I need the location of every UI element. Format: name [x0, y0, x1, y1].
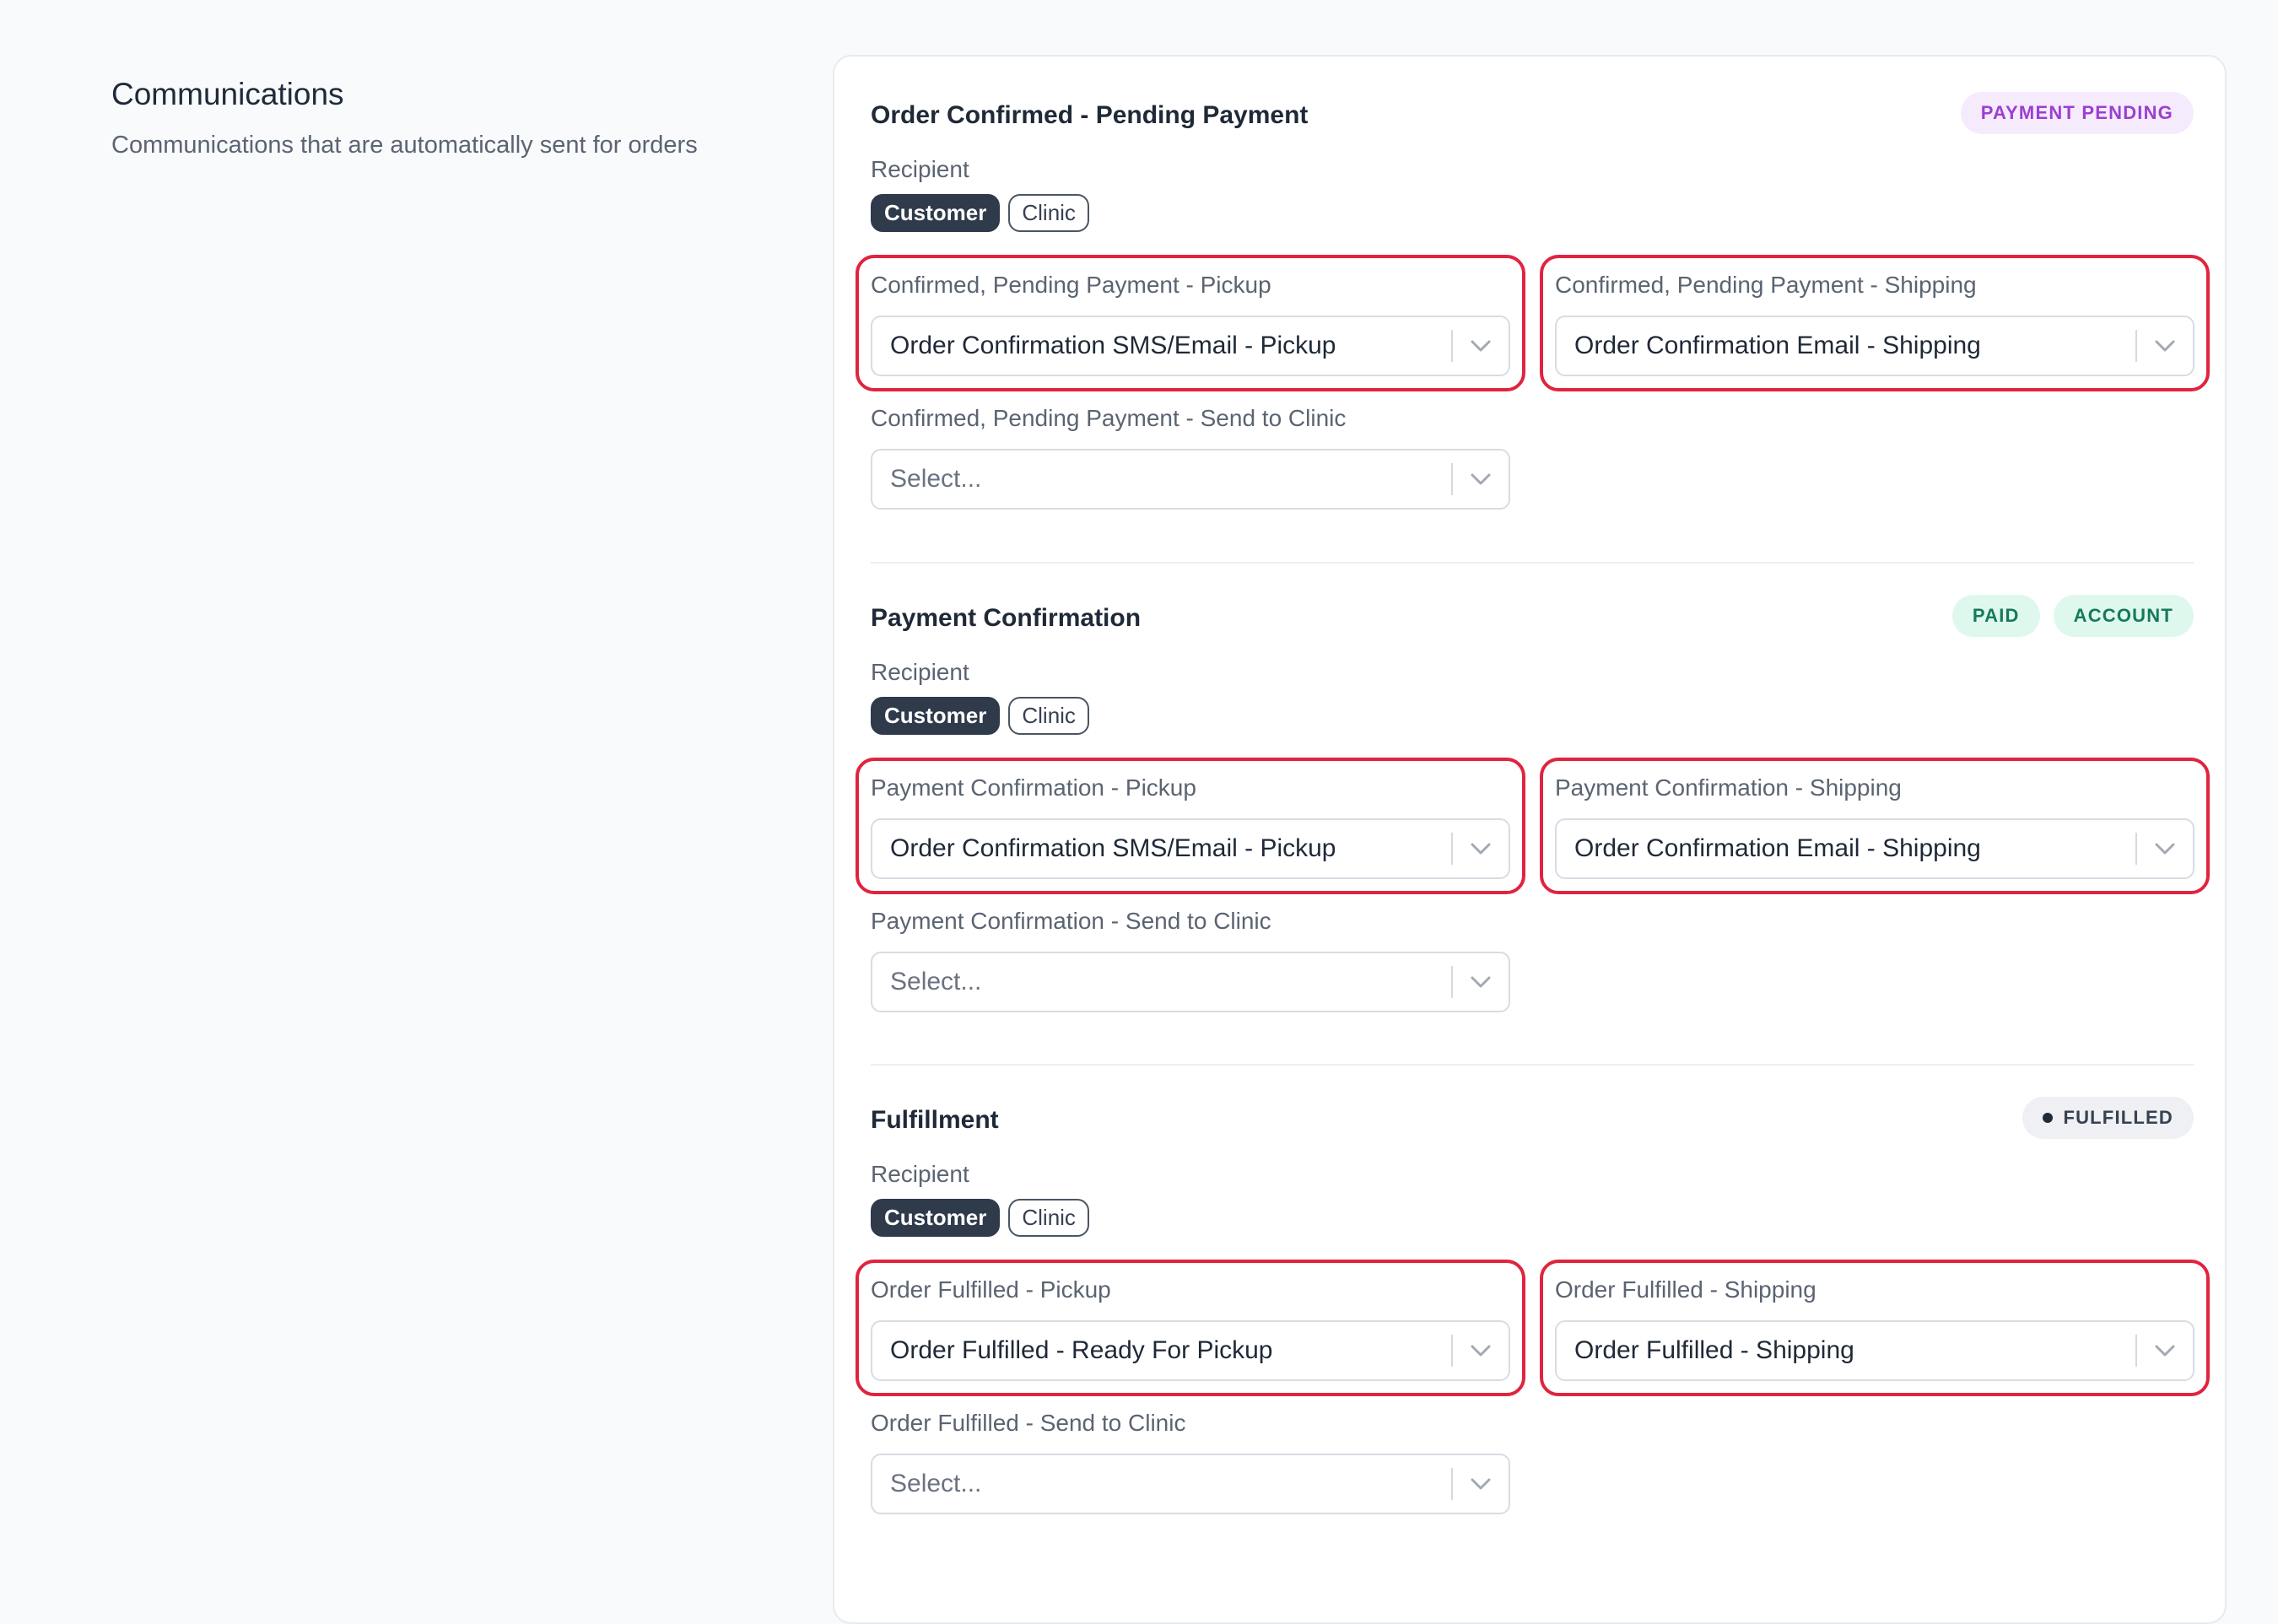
badge-label: FULFILLED: [2063, 1107, 2173, 1128]
chevron-down-icon[interactable]: [1453, 1322, 1509, 1379]
chevron-down-icon[interactable]: [1453, 820, 1509, 877]
field-label: Order Fulfilled - Pickup: [871, 1276, 1111, 1303]
recipient-toggle: Customer Clinic: [871, 194, 1089, 232]
recipient-label: Recipient: [871, 1161, 969, 1187]
select-placeholder: Select...: [890, 465, 982, 493]
recipient-chip-customer[interactable]: Customer: [871, 697, 1001, 735]
section-order-confirmed: Order Confirmed - Pending Payment PAYMEN…: [856, 57, 2210, 554]
status-badge-payment-pending: PAYMENT PENDING: [1960, 92, 2194, 134]
field-label: Confirmed, Pending Payment - Send to Cli…: [871, 405, 1347, 431]
field-label: Order Fulfilled - Shipping: [1555, 1276, 1816, 1303]
section-title: Order Confirmed - Pending Payment: [871, 101, 1309, 129]
section-title: Fulfillment: [871, 1106, 999, 1134]
section-payment-confirmation: Payment Confirmation PAID ACCOUNT Recipi…: [856, 559, 2210, 1057]
template-select[interactable]: Select...: [871, 1454, 1510, 1514]
field-payment-confirmation-clinic: Payment Confirmation - Send to Clinic Se…: [871, 906, 1510, 1012]
recipient-chip-customer[interactable]: Customer: [871, 194, 1001, 232]
section-intro: Communications Communications that are a…: [111, 74, 786, 162]
select-value: Order Fulfilled - Ready For Pickup: [890, 1336, 1273, 1364]
recipient-chip-clinic[interactable]: Clinic: [1008, 194, 1089, 232]
chevron-down-icon[interactable]: [1453, 451, 1509, 508]
chevron-down-icon[interactable]: [2137, 820, 2193, 877]
field-label: Order Fulfilled - Send to Clinic: [871, 1410, 1186, 1436]
chevron-down-icon[interactable]: [1453, 953, 1509, 1011]
chevron-down-icon[interactable]: [2137, 317, 2193, 375]
recipient-toggle: Customer Clinic: [871, 697, 1089, 735]
field-payment-confirmation-shipping: Payment Confirmation - Shipping Order Co…: [1540, 758, 2210, 894]
section-fulfillment: Fulfillment FULFILLED Recipient Customer…: [856, 1061, 2210, 1559]
recipient-label: Recipient: [871, 156, 969, 182]
select-placeholder: Select...: [890, 1470, 982, 1497]
template-select[interactable]: Order Confirmation SMS/Email - Pickup: [871, 818, 1510, 879]
section-title: Payment Confirmation: [871, 604, 1142, 632]
field-pending-payment-shipping: Confirmed, Pending Payment - Shipping Or…: [1540, 255, 2210, 391]
template-select[interactable]: Select...: [871, 449, 1510, 510]
recipient-toggle: Customer Clinic: [871, 1199, 1089, 1237]
recipient-chip-clinic[interactable]: Clinic: [1008, 1199, 1089, 1237]
field-pending-payment-clinic: Confirmed, Pending Payment - Send to Cli…: [871, 403, 1510, 510]
select-placeholder: Select...: [890, 968, 982, 995]
dot-icon: [2043, 1113, 2054, 1123]
field-label: Confirmed, Pending Payment - Shipping: [1555, 272, 1977, 298]
field-label: Payment Confirmation - Send to Clinic: [871, 908, 1271, 934]
select-value: Order Fulfilled - Shipping: [1574, 1336, 1854, 1364]
communications-card: Order Confirmed - Pending Payment PAYMEN…: [833, 55, 2227, 1624]
status-badges: PAID ACCOUNT: [1951, 595, 2194, 637]
recipient-chip-customer[interactable]: Customer: [871, 1199, 1001, 1237]
chevron-down-icon[interactable]: [2137, 1322, 2193, 1379]
status-badges: PAYMENT PENDING: [1960, 92, 2194, 134]
select-value: Order Confirmation Email - Shipping: [1574, 834, 1981, 862]
recipient-label: Recipient: [871, 659, 969, 685]
select-value: Order Confirmation SMS/Email - Pickup: [890, 834, 1336, 862]
field-fulfilled-pickup: Order Fulfilled - Pickup Order Fulfilled…: [856, 1260, 1525, 1396]
field-payment-confirmation-pickup: Payment Confirmation - Pickup Order Conf…: [856, 758, 1525, 894]
template-select[interactable]: Order Confirmation SMS/Email - Pickup: [871, 316, 1510, 376]
chevron-down-icon[interactable]: [1453, 317, 1509, 375]
field-label: Payment Confirmation - Pickup: [871, 774, 1196, 801]
template-select[interactable]: Order Fulfilled - Ready For Pickup: [871, 1320, 1510, 1381]
recipient-chip-clinic[interactable]: Clinic: [1008, 697, 1089, 735]
field-fulfilled-shipping: Order Fulfilled - Shipping Order Fulfill…: [1540, 1260, 2210, 1396]
page-description: Communications that are automatically se…: [111, 132, 698, 159]
template-select[interactable]: Select...: [871, 952, 1510, 1012]
status-badge-paid: PAID: [1951, 595, 2040, 637]
template-select[interactable]: Order Confirmation Email - Shipping: [1555, 818, 2194, 879]
select-value: Order Confirmation SMS/Email - Pickup: [890, 332, 1336, 359]
status-badge-fulfilled: FULFILLED: [2022, 1097, 2194, 1139]
select-value: Order Confirmation Email - Shipping: [1574, 332, 1981, 359]
template-select[interactable]: Order Confirmation Email - Shipping: [1555, 316, 2194, 376]
field-label: Confirmed, Pending Payment - Pickup: [871, 272, 1271, 298]
page-title: Communications: [111, 77, 344, 111]
status-badge-account: ACCOUNT: [2053, 595, 2194, 637]
status-badges: FULFILLED: [2022, 1097, 2194, 1139]
chevron-down-icon[interactable]: [1453, 1455, 1509, 1513]
field-pending-payment-pickup: Confirmed, Pending Payment - Pickup Orde…: [856, 255, 1525, 391]
field-label: Payment Confirmation - Shipping: [1555, 774, 1902, 801]
field-fulfilled-clinic: Order Fulfilled - Send to Clinic Select.…: [871, 1408, 1510, 1514]
template-select[interactable]: Order Fulfilled - Shipping: [1555, 1320, 2194, 1381]
